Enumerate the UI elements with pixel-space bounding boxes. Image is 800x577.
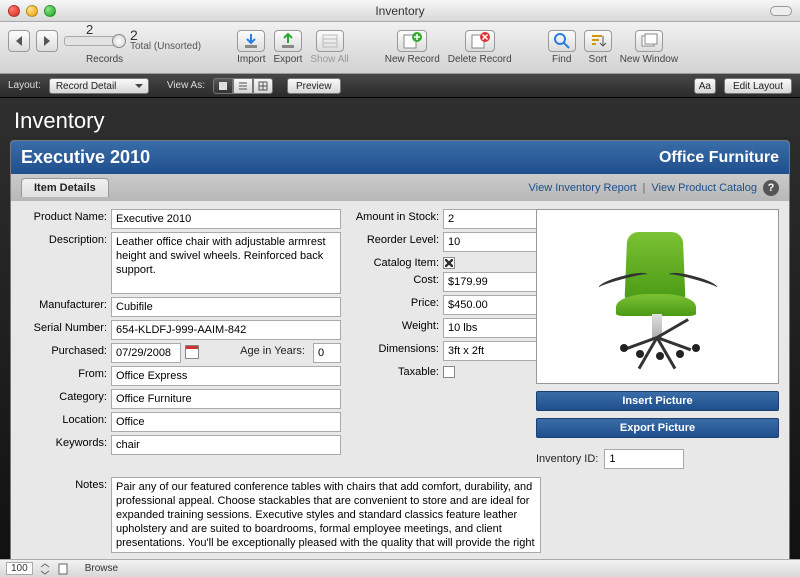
middle-column: Amount in Stock: Reorder Level: Catalog … — [351, 209, 526, 469]
new-window-label: New Window — [620, 54, 678, 65]
help-icon[interactable]: ? — [763, 180, 779, 196]
serial-number-field[interactable] — [111, 320, 341, 340]
notes-row: Notes: — [11, 477, 789, 559]
sort-state-label: Total (Unsorted) — [130, 41, 201, 52]
delete-record-label: Delete Record — [448, 54, 512, 65]
age-in-years-label: Age in Years: — [203, 343, 309, 357]
records-label: Records — [86, 54, 123, 65]
purchased-label: Purchased: — [21, 343, 107, 357]
record-title: Executive 2010 — [21, 147, 150, 168]
layout-bar: Layout: Record Detail View As: Preview A… — [0, 74, 800, 98]
view-list-button[interactable] — [233, 78, 253, 94]
keywords-field[interactable] — [111, 435, 341, 455]
record-card: Executive 2010 Office Furniture Item Det… — [10, 140, 790, 559]
age-in-years-field[interactable] — [313, 343, 341, 363]
import-label: Import — [237, 54, 265, 65]
find-label: Find — [552, 54, 571, 65]
find-button[interactable] — [548, 30, 576, 52]
zoom-stepper-icon[interactable] — [39, 563, 51, 575]
tab-item-details[interactable]: Item Details — [21, 178, 109, 197]
purchased-field[interactable] — [111, 343, 181, 363]
category-field[interactable] — [111, 389, 341, 409]
sort-label: Sort — [589, 54, 607, 65]
product-image[interactable] — [536, 209, 779, 384]
record-category-header: Office Furniture — [659, 149, 779, 167]
layout-label: Layout: — [8, 80, 41, 91]
next-record-button[interactable] — [36, 30, 58, 52]
toolbar-toggle-button[interactable] — [770, 6, 792, 16]
price-label: Price: — [351, 295, 439, 309]
amount-in-stock-label: Amount in Stock: — [351, 209, 439, 223]
left-column: Product Name: Description: Manufacturer:… — [21, 209, 341, 469]
notes-label: Notes: — [21, 477, 107, 553]
manufacturer-label: Manufacturer: — [21, 297, 107, 311]
record-slider[interactable] — [64, 36, 124, 46]
description-label: Description: — [21, 232, 107, 246]
export-label: Export — [273, 54, 302, 65]
content-stage: Inventory Executive 2010 Office Furnitur… — [0, 98, 800, 559]
window-titlebar: Inventory — [0, 0, 800, 22]
delete-record-button[interactable] — [465, 30, 495, 52]
reorder-level-label: Reorder Level: — [351, 232, 439, 246]
from-field[interactable] — [111, 366, 341, 386]
record-header: Executive 2010 Office Furniture — [11, 141, 789, 174]
dimensions-label: Dimensions: — [351, 341, 439, 355]
inventory-id-field[interactable] — [604, 449, 684, 469]
page-title: Inventory — [14, 108, 790, 134]
inventory-id-label: Inventory ID: — [536, 453, 598, 465]
right-column: Insert Picture Export Picture Inventory … — [536, 209, 779, 469]
notes-field[interactable] — [111, 477, 541, 553]
view-as-label: View As: — [167, 80, 205, 91]
show-all-label: Show All — [310, 54, 348, 65]
from-label: From: — [21, 366, 107, 380]
taxable-label: Taxable: — [351, 364, 439, 378]
serial-number-label: Serial Number: — [21, 320, 107, 334]
keywords-label: Keywords: — [21, 435, 107, 449]
insert-picture-button[interactable]: Insert Picture — [536, 391, 779, 411]
view-product-catalog-link[interactable]: View Product Catalog — [651, 182, 757, 194]
catalog-item-label: Catalog Item: — [351, 255, 439, 269]
product-name-label: Product Name: — [21, 209, 107, 223]
zoom-level[interactable]: 100 — [6, 562, 33, 575]
catalog-item-checkbox[interactable] — [443, 257, 455, 269]
edit-layout-button[interactable]: Edit Layout — [724, 78, 792, 94]
prev-record-button[interactable] — [8, 30, 30, 52]
sort-button[interactable] — [584, 30, 612, 52]
description-field[interactable] — [111, 232, 341, 294]
layout-select[interactable]: Record Detail — [49, 78, 149, 94]
total-records-count: 2 — [130, 30, 201, 41]
preview-button[interactable]: Preview — [287, 78, 341, 94]
status-bar: 100 Browse — [0, 559, 800, 577]
export-button[interactable] — [274, 30, 302, 52]
import-button[interactable] — [237, 30, 265, 52]
product-name-field[interactable] — [111, 209, 341, 229]
status-page-icon[interactable] — [57, 563, 69, 575]
mode-label: Browse — [85, 563, 118, 574]
text-formatting-button[interactable]: Aa — [694, 78, 716, 94]
calendar-icon[interactable] — [185, 345, 199, 359]
location-label: Location: — [21, 412, 107, 426]
tab-bar: Item Details View Inventory Report | Vie… — [11, 174, 789, 201]
current-record-number: 2 — [86, 22, 93, 37]
main-toolbar: 2 2 Total (Unsorted) Records Import Expo… — [0, 22, 800, 74]
weight-label: Weight: — [351, 318, 439, 332]
view-form-button[interactable] — [213, 78, 233, 94]
category-label: Category: — [21, 389, 107, 403]
records-group: 2 2 Total (Unsorted) Records — [8, 30, 201, 65]
show-all-button[interactable] — [316, 30, 344, 52]
cost-label: Cost: — [351, 272, 439, 286]
chair-illustration — [588, 222, 728, 372]
window-title: Inventory — [0, 4, 800, 18]
new-record-button[interactable] — [397, 30, 427, 52]
view-table-button[interactable] — [253, 78, 273, 94]
view-inventory-report-link[interactable]: View Inventory Report — [529, 182, 637, 194]
manufacturer-field[interactable] — [111, 297, 341, 317]
taxable-checkbox[interactable] — [443, 366, 455, 378]
new-window-button[interactable] — [635, 30, 663, 52]
form-body: Product Name: Description: Manufacturer:… — [11, 201, 789, 477]
export-picture-button[interactable]: Export Picture — [536, 418, 779, 438]
view-as-segmented — [213, 78, 273, 94]
location-field[interactable] — [111, 412, 341, 432]
new-record-label: New Record — [385, 54, 440, 65]
